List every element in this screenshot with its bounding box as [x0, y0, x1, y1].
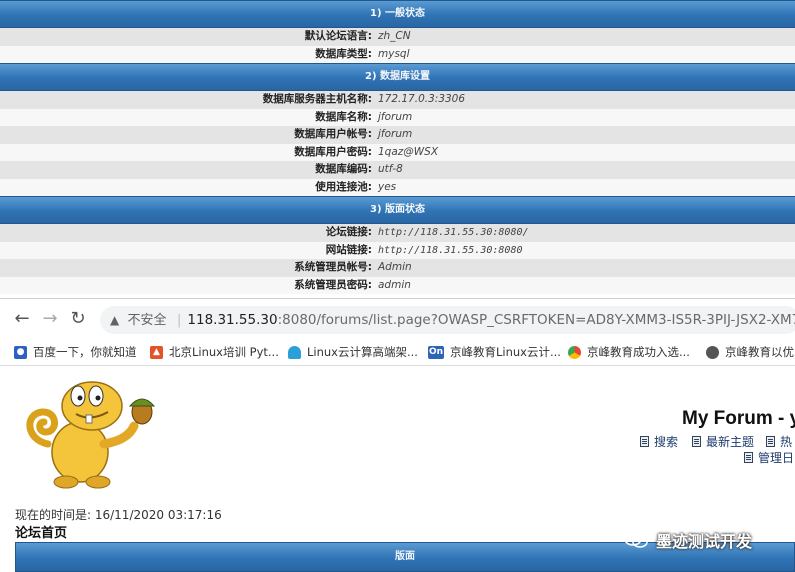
- chrome-icon: [568, 345, 581, 359]
- bookmark-linux-training[interactable]: ▲ 北京Linux培训 Pyt...: [150, 343, 279, 361]
- table-row: 数据库编码: utf-8: [0, 161, 795, 179]
- shield-icon: [288, 345, 301, 359]
- row-value: admin: [378, 278, 411, 291]
- bookmark-label: 北京Linux培训 Pyt...: [169, 345, 279, 359]
- row-value: 172.17.0.3:3306: [378, 93, 466, 105]
- row-value: http://118.31.55.30:8080/: [378, 227, 529, 238]
- row-label: 数据库编码:: [315, 163, 372, 175]
- table-row: 系统管理员帐号: Admin: [0, 259, 795, 277]
- paw-icon: ●: [14, 345, 27, 359]
- table-row: 数据库名称: jforum: [0, 108, 795, 126]
- browser-window: ← → ↻ ▲ 不安全 | 118.31.55.30:8080/forums/li…: [0, 298, 795, 572]
- table-row: 网站链接: http://118.31.55.30:8080: [0, 241, 795, 259]
- row-label: 数据库类型:: [315, 47, 372, 60]
- recent-topics-link[interactable]: 最新主题: [692, 433, 754, 450]
- row-label: 数据库用户帐号:: [294, 128, 372, 140]
- warning-triangle-icon: ▲: [110, 313, 120, 327]
- recent-topics-label: 最新主题: [706, 435, 755, 449]
- row-label: 数据库服务器主机名称:: [262, 93, 372, 105]
- bookmark-label: 京峰教育Linux云计...: [450, 345, 561, 359]
- install-summary-table: 1) 一般状态 默认论坛语言: zh_CN 数据库类型: mysql 2) 数据…: [0, 0, 795, 294]
- bookmark-label: Linux云计算高端架...: [307, 345, 418, 359]
- globe-icon: [706, 345, 719, 359]
- bookmark-baidu[interactable]: ● 百度一下，你就知道: [14, 343, 137, 361]
- document-icon: [692, 436, 701, 447]
- row-label: 系统管理员密码:: [294, 278, 372, 291]
- hot-topics-label: 热: [780, 435, 793, 449]
- row-label: 使用连接池:: [315, 180, 372, 193]
- section-header-database: 2) 数据库设置: [0, 63, 795, 91]
- table-row: 使用连接池: yes: [0, 178, 795, 196]
- search-link-label: 搜索: [654, 435, 679, 449]
- hot-topics-link[interactable]: 热: [766, 433, 792, 450]
- manage-link[interactable]: 管理日: [744, 449, 794, 466]
- table-row: 系统管理员密码: admin: [0, 276, 795, 294]
- bookmarks-bar: ● 百度一下，你就知道 ▲ 北京Linux培训 Pyt... Linux云计算高…: [0, 339, 795, 366]
- insecure-label: 不安全: [127, 313, 167, 328]
- row-value: yes: [378, 180, 397, 193]
- row-value: jforum: [378, 128, 413, 140]
- forum-title: My Forum - y: [682, 408, 795, 429]
- document-icon: [766, 436, 775, 447]
- bookmark-jingfeng-linux[interactable]: On 京峰教育Linux云计...: [428, 343, 561, 361]
- url-host: 118.31.55.30: [187, 312, 278, 328]
- bookmark-jingfeng-selected[interactable]: 京峰教育成功入选...: [568, 343, 690, 361]
- row-value: utf-8: [378, 163, 403, 175]
- row-label: 系统管理员帐号:: [294, 261, 372, 273]
- manage-link-label: 管理日: [758, 451, 795, 465]
- row-label: 论坛链接:: [325, 226, 372, 238]
- url-path: :8080/forums/list.page?OWASP_CSRFTOKEN=A…: [277, 312, 795, 328]
- forum-home-link[interactable]: 论坛首页: [15, 522, 67, 541]
- bookmark-jingfeng-excellent[interactable]: 京峰教育以优: [706, 343, 794, 361]
- search-link[interactable]: 搜索: [640, 433, 678, 450]
- row-label: 网站链接:: [325, 243, 372, 256]
- reload-icon[interactable]: ↻: [68, 309, 88, 329]
- row-value: zh_CN: [378, 30, 411, 42]
- row-label: 数据库名称:: [315, 110, 372, 123]
- row-value: 1qaz@WSX: [378, 145, 439, 158]
- table-row: 数据库服务器主机名称: 172.17.0.3:3306: [0, 91, 795, 109]
- bookmark-label: 京峰教育以优: [725, 345, 794, 359]
- table-row: 数据库类型: mysql: [0, 45, 795, 63]
- table-row: 数据库用户帐号: jforum: [0, 126, 795, 144]
- row-value: mysql: [378, 47, 410, 60]
- row-label: 数据库用户密码:: [294, 145, 372, 158]
- forward-arrow-icon[interactable]: →: [40, 309, 60, 329]
- row-label: 默认论坛语言:: [304, 30, 372, 42]
- bookmark-label: 京峰教育成功入选...: [587, 345, 690, 359]
- row-value: http://118.31.55.30:8080: [378, 244, 523, 256]
- back-arrow-icon[interactable]: ←: [12, 309, 32, 329]
- table-row: 默认论坛语言: zh_CN: [0, 28, 795, 46]
- row-value: jforum: [378, 110, 413, 123]
- section-header-board: 3) 版面状态: [0, 196, 795, 224]
- watermark-text: 墨迹测试开发: [656, 532, 753, 551]
- forum-logo-mascot[interactable]: [18, 374, 158, 492]
- flame-icon: ▲: [150, 345, 163, 359]
- bookmark-linux-cloud[interactable]: Linux云计算高端架...: [288, 343, 418, 361]
- table-row: 数据库用户密码: 1qaz@WSX: [0, 143, 795, 161]
- address-bar[interactable]: ▲ 不安全 | 118.31.55.30:8080/forums/list.pag…: [100, 306, 795, 334]
- browser-toolbar: ← → ↻ ▲ 不安全 | 118.31.55.30:8080/forums/li…: [0, 299, 795, 339]
- table-row: 论坛链接: http://118.31.55.30:8080/: [0, 224, 795, 242]
- document-icon: [640, 436, 649, 447]
- bookmark-label: 百度一下，你就知道: [33, 345, 137, 359]
- current-time-text: 现在的时间是: 16/11/2020 03:17:16: [15, 508, 222, 522]
- section-header-general: 1) 一般状态: [0, 0, 795, 28]
- wechat-icon: [624, 532, 648, 548]
- row-value: Admin: [378, 261, 412, 273]
- on-icon: On: [428, 345, 444, 359]
- watermark: 墨迹测试开发: [624, 528, 752, 552]
- address-separator: |: [176, 312, 182, 328]
- document-icon: [744, 452, 753, 463]
